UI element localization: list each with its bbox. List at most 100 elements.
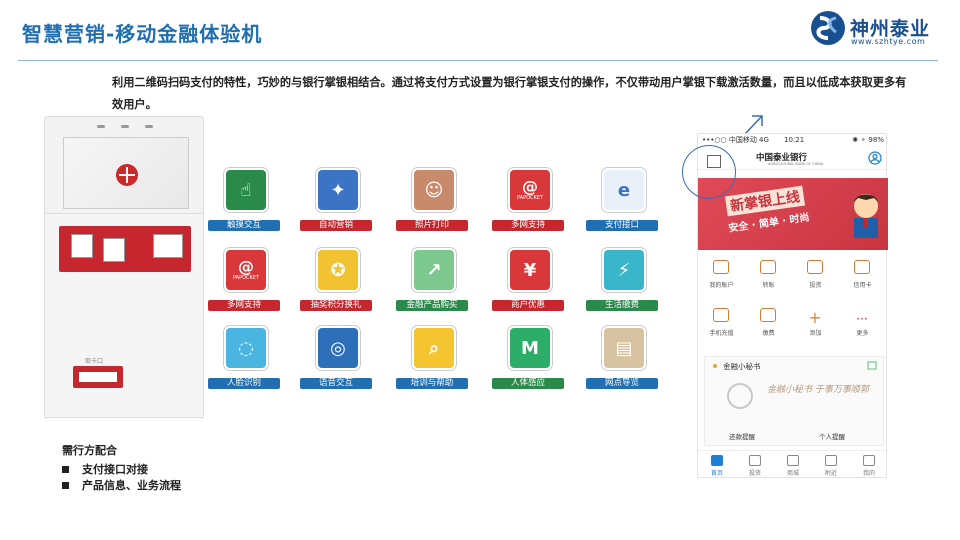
feature-tile[interactable]: e 支付接口 [586,168,662,231]
feature-tile[interactable]: ▤ 网点导览 [586,326,662,389]
function-item[interactable]: 我的账户 [698,252,745,296]
function-label: 手机充值 [709,330,734,337]
papocket-icon: @ PAPOCKET [508,168,552,212]
function-item[interactable]: + 添加 [792,300,839,344]
function-item[interactable]: 手机充值 [698,300,745,344]
financial-secretary-card[interactable]: 金融小秘书 金融小秘书 于事万事顺郭 还款提醒 个人提醒 [704,356,884,446]
personal-reminder-button[interactable]: 个人提醒 [819,431,845,441]
kiosk-printer-slot [73,366,123,388]
tab-item[interactable]: 我的 [850,451,888,479]
bank-seal-icon [727,383,753,409]
bank-subtitle: AGRICULTURAL BANK OF CHINA [768,162,824,166]
repay-reminder-button[interactable]: 还款提醒 [729,431,755,441]
windows-logo-icon [116,164,138,186]
function-icon [760,260,776,274]
clock-text: 10:21 [784,136,805,144]
function-label: 缴费 [762,330,775,337]
feature-tile[interactable]: ✪ 抽奖积分换礼 [300,248,376,311]
function-item[interactable]: 缴费 [745,300,792,344]
touch-icon: ☝ [224,168,268,212]
tab-icon [787,455,799,466]
feature-tile[interactable]: ☺ 照片打印 [396,168,472,231]
marketing-icon: ✦ [316,168,360,212]
feature-label: 多网支持 [492,220,564,231]
voice-icon: ◎ [316,326,360,370]
function-label: 转账 [762,282,775,289]
lottery-wheel-icon: ✪ [316,248,360,292]
function-label: 更多 [856,330,869,337]
card-signature: 金融小秘书 于事万事顺郭 [767,385,869,395]
m-logo-icon: M [508,326,552,370]
user-icon[interactable] [868,151,882,165]
calendar-icon[interactable] [867,360,877,370]
feature-label: 商户优惠 [492,300,564,311]
tab-label: 我的 [862,470,875,477]
requirement-item: 支付接口对接 [62,462,181,478]
card-title: 金融小秘书 [723,362,761,371]
function-icon: + [808,308,822,327]
feature-tile[interactable]: @ PAPOCKET 多网支持 [492,168,568,231]
tab-icon [711,455,723,466]
bottom-tab-bar: 首页 投资 商城 附近 我的 [698,450,888,478]
feature-tile[interactable]: ✦ 自动营销 [300,168,376,231]
battery-text: ✺ ⚬ 98% [852,136,884,144]
feature-tile[interactable]: ☝ 触摸交互 [208,168,284,231]
tab-label: 附近 [824,470,837,477]
tab-icon [749,455,761,466]
function-icon [713,260,729,274]
feature-tile[interactable]: ⌕ 培训与帮助 [396,326,472,389]
payment-e-icon: e [602,168,646,212]
kiosk-top [44,116,204,214]
scan-qr-icon[interactable] [707,155,721,168]
cartoon-man-icon [854,194,878,238]
function-item[interactable]: 转账 [745,252,792,296]
feature-tile[interactable]: ◌ 人脸识别 [208,326,284,389]
tab-label: 首页 [710,470,723,477]
feature-tile[interactable]: ◎ 语音交互 [300,326,376,389]
company-logo: 神州泰业 www.szhtye.com [810,10,940,50]
tab-item[interactable]: 投资 [736,451,774,479]
kiosk-panel [59,226,191,272]
function-grid: 我的账户 转账 投资 信用卡手机充值 缴费 + 添加 ··· 更多 [698,252,888,348]
search-book-icon: ⌕ [412,326,456,370]
function-item[interactable]: ··· 更多 [839,300,886,344]
feature-label: 人体感应 [492,378,564,389]
feature-label: 生活缴费 [586,300,658,311]
feature-grid: ☝ 触摸交互 ✦ 自动营销 ☺ 照片打印 @ PAPOCKET 多网支持 e 支付接口 @ PAPOCK… [208,168,678,398]
photo-icon: ☺ [412,168,456,212]
feature-tile[interactable]: ↗ 金融产品购买 [396,248,472,311]
function-label: 信用卡 [853,282,872,289]
tab-label: 商城 [786,470,799,477]
function-item[interactable]: 投资 [792,252,839,296]
tab-item[interactable]: 附近 [812,451,850,479]
papocket-icon: @ PAPOCKET [224,248,268,292]
page-title: 智慧营销-移动金融体验机 [22,22,263,46]
function-icon [760,308,776,322]
branch-photo-icon: ▤ [602,326,646,370]
kiosk-printer-label: 取卡口 [85,358,104,365]
feature-label: 培训与帮助 [396,378,468,389]
feature-label: 自动营销 [300,220,372,231]
feature-tile[interactable]: ¥ 商户优惠 [492,248,568,311]
feature-label: 照片打印 [396,220,468,231]
feature-tile[interactable]: ⚡ 生活缴费 [586,248,662,311]
lightning-icon: ⚡ [602,248,646,292]
function-icon [854,260,870,274]
feature-label: 抽奖积分换礼 [300,300,372,311]
function-item[interactable]: 信用卡 [839,252,886,296]
tab-label: 投资 [748,470,761,477]
tab-item[interactable]: 首页 [698,451,736,479]
header-divider [18,60,938,61]
tab-item[interactable]: 商城 [774,451,812,479]
feature-tile[interactable]: M 人体感应 [492,326,568,389]
feature-label: 网点导览 [586,378,658,389]
feature-label: 语音交互 [300,378,372,389]
growth-chart-icon: ↗ [412,248,456,292]
function-label: 我的账户 [709,282,734,289]
feature-tile[interactable]: @ PAPOCKET 多网支持 [208,248,284,311]
feature-label: 触摸交互 [208,220,280,231]
function-icon [713,308,729,322]
feature-label: 支付接口 [586,220,658,231]
scan-highlight-circle [682,145,736,199]
requirement-item: 产品信息、业务流程 [62,478,181,494]
